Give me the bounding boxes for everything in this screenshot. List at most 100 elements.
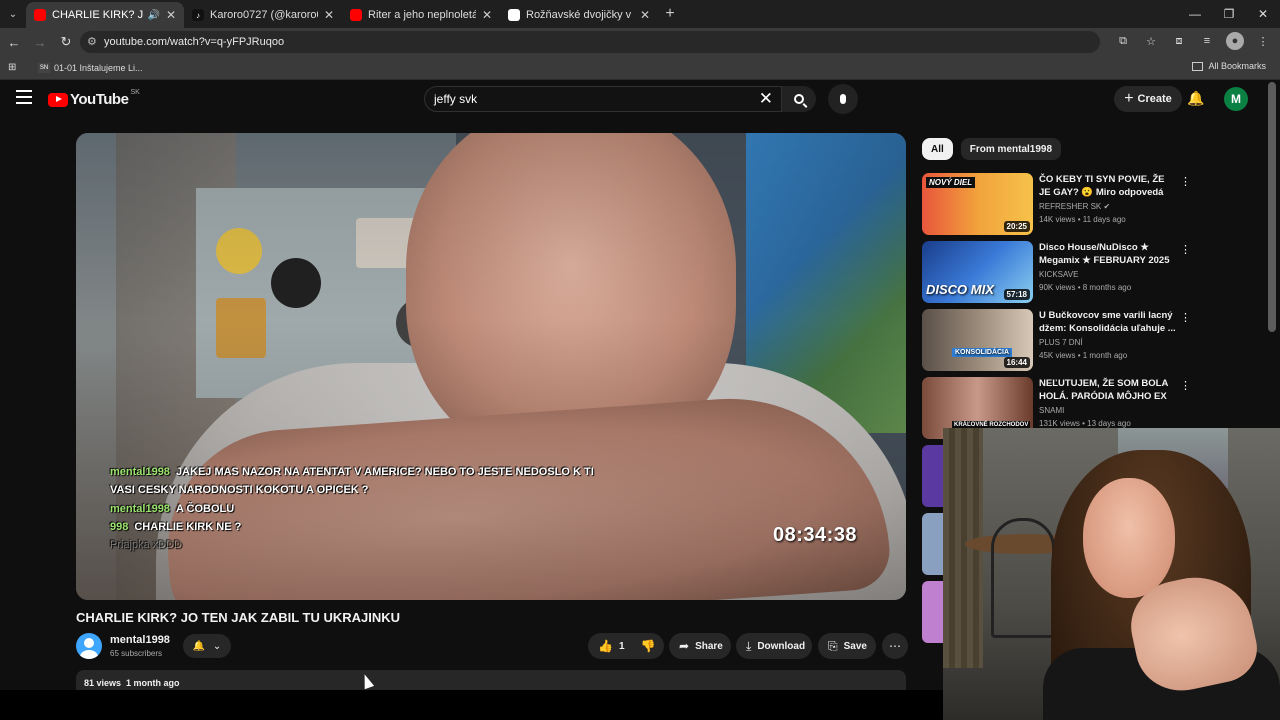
video-thumbnail[interactable]: KONSOLIDÁCIA 16:44	[922, 309, 1033, 371]
channel-name[interactable]: mental1998	[110, 634, 170, 646]
video-thumbnail[interactable]: DISCO MIX 57:18	[922, 241, 1033, 303]
recommendation-item[interactable]: NOVÝ DIEL 20:25 ČO KEBY TI SYN POVIE, ŽE…	[922, 173, 1191, 235]
kebab-menu-icon[interactable]: ⋮	[1180, 379, 1191, 392]
tab-search-chevron-icon[interactable]: ⌄	[0, 0, 26, 28]
recommendation-title[interactable]: U Bučkovcov sme varili lacný džem: Konso…	[1039, 309, 1177, 335]
subscribed-button[interactable]: 🔔 ⌄	[183, 634, 231, 658]
views-label: 14K views	[1039, 215, 1076, 224]
clear-search-icon[interactable]: ✕	[759, 89, 773, 109]
bookmark-label: 01-01 Inštalujeme Li...	[54, 62, 143, 73]
share-label: Share	[695, 640, 723, 652]
create-label: Create	[1137, 93, 1172, 105]
browser-tab-bar: ⌄ CHARLIE KIRK? JO TEN JAK 🔊 ✕ ♪ Karoro0…	[0, 0, 1280, 28]
kebab-menu-icon[interactable]: ⋮	[1180, 311, 1191, 324]
kebab-menu-icon[interactable]: ⋮	[1180, 243, 1191, 256]
save-button[interactable]: ⎘ Save	[818, 633, 876, 659]
video-thumbnail-partial[interactable]	[922, 581, 943, 643]
share-button[interactable]: ➦ Share	[669, 633, 731, 659]
bookmark-favicon-icon: SN	[38, 62, 50, 73]
tab-tiktok[interactable]: ♪ Karoro0727 (@karoro0727) | TikTok ✕	[184, 2, 342, 28]
thumbnail-text: DISCO MIX	[926, 282, 994, 297]
save-label: Save	[843, 640, 867, 652]
media-controls-icon[interactable]: ≡	[1198, 32, 1216, 50]
chat-line: 998 CHARLIE KIRK NE ?	[110, 518, 594, 536]
chip-all[interactable]: All	[922, 138, 953, 160]
recommendation-title[interactable]: NEĽUTUJEM, ŽE SOM BOLA HOLÁ. PARÓDIA MÔJ…	[1039, 377, 1177, 403]
close-tab-icon[interactable]: ✕	[324, 8, 334, 22]
more-actions-icon[interactable]: ⋯	[882, 633, 908, 659]
chip-from-channel[interactable]: From mental1998	[960, 138, 1062, 160]
speaker-icon[interactable]: 🔊	[147, 10, 159, 21]
youtube-favicon-icon	[34, 9, 46, 21]
notifications-bell-icon[interactable]: 🔔	[1187, 89, 1204, 107]
voice-search-button[interactable]	[828, 84, 858, 114]
video-thumbnail[interactable]: NOVÝ DIEL 20:25	[922, 173, 1033, 235]
video-title: CHARLIE KIRK? JO TEN JAK ZABIL TU UKRAJI…	[76, 610, 401, 625]
views-label: 131K views	[1039, 419, 1080, 428]
recommendation-title[interactable]: ČO KEBY TI SYN POVIE, ŽE JE GAY? 😮 Miro …	[1039, 173, 1177, 199]
create-button[interactable]: + Create	[1114, 86, 1182, 112]
chat-line: mental1998 A ČOBOLU	[110, 500, 594, 518]
close-tab-icon[interactable]: ✕	[640, 8, 650, 22]
subscriber-count: 65 subscribers	[110, 649, 163, 658]
recommendation-title[interactable]: Disco House/NuDisco ★ Megamix ★ FEBRUARY…	[1039, 241, 1177, 267]
tab-youtube-video[interactable]: CHARLIE KIRK? JO TEN JAK 🔊 ✕	[26, 2, 184, 28]
youtube-logo[interactable]: YouTube SK	[48, 89, 140, 108]
video-player[interactable]: mental1998 JAKEJ MAS NAZOR NA ATENTAT V A…	[76, 133, 906, 600]
page-scrollbar[interactable]	[1268, 82, 1276, 332]
all-bookmarks-button[interactable]: All Bookmarks	[1192, 61, 1266, 71]
thumbnail-text: KONSOLIDÁCIA	[952, 348, 1013, 357]
kebab-menu-icon[interactable]: ⋮	[1180, 175, 1191, 188]
account-avatar[interactable]: M	[1224, 87, 1248, 111]
install-app-icon[interactable]: ⧉	[1114, 32, 1132, 50]
chat-message: CHARLIE KIRK NE ?	[134, 520, 242, 533]
close-tab-icon[interactable]: ✕	[482, 8, 492, 22]
verified-icon: ✔	[1103, 202, 1111, 211]
thumbs-down-icon[interactable]: 👎	[641, 639, 656, 653]
forward-icon[interactable]: →	[28, 35, 52, 50]
recommendation-channel: SNAMI	[1039, 406, 1065, 415]
search-input[interactable]: jeffy svk ✕	[424, 86, 782, 112]
video-thumbnail-partial[interactable]	[922, 513, 943, 575]
address-bar[interactable]: ⚙ youtube.com/watch?v=q-yFPJRuqoo	[80, 31, 1100, 53]
site-info-icon[interactable]: ⚙	[87, 35, 97, 48]
restore-icon[interactable]: ❐	[1212, 0, 1246, 28]
minimize-icon[interactable]: —	[1178, 0, 1212, 28]
search-button[interactable]	[782, 86, 816, 112]
upload-age: 1 month ago	[126, 678, 180, 688]
search-icon	[794, 94, 804, 104]
extensions-icon[interactable]: ⧈	[1170, 32, 1188, 50]
menu-hamburger-icon[interactable]	[16, 90, 32, 104]
folder-icon	[1192, 61, 1204, 71]
bookmark-star-icon[interactable]: ☆	[1142, 32, 1160, 50]
download-label: Download	[757, 640, 806, 652]
video-thumbnail-partial[interactable]	[922, 445, 943, 507]
bell-icon: 🔔	[192, 640, 206, 652]
bookmark-item[interactable]: SN 01-01 Inštalujeme Li...	[38, 62, 143, 73]
tab-news[interactable]: Rožňavské dvojičky v Košiciach ✕	[500, 2, 658, 28]
tab-label: Karoro0727 (@karoro0727) | TikTok	[210, 9, 318, 21]
browser-toolbar-icons: ⧉ ☆ ⧈ ≡ ● ⋮	[1114, 32, 1272, 50]
tab-youtube-riter[interactable]: Riter a jeho neplnoletá priateľka ✕	[342, 2, 500, 28]
like-dislike-button[interactable]: 👍 1 👎	[588, 633, 664, 659]
reload-icon[interactable]: ↻	[54, 34, 78, 50]
recommendation-item[interactable]: KONSOLIDÁCIA 16:44 U Bučkovcov sme varil…	[922, 309, 1191, 371]
download-button[interactable]: ⤓ Download	[736, 633, 812, 659]
recommendation-item[interactable]: DISCO MIX 57:18 Disco House/NuDisco ★ Me…	[922, 241, 1191, 303]
recommendation-meta: 90K views • 8 months ago	[1039, 283, 1132, 292]
browser-menu-icon[interactable]: ⋮	[1254, 32, 1272, 50]
microphone-icon	[840, 94, 846, 104]
download-icon: ⤓	[746, 638, 752, 653]
profile-avatar-icon[interactable]: ●	[1226, 32, 1244, 50]
tab-label: Riter a jeho neplnoletá priateľka	[368, 9, 476, 21]
thumbs-up-icon[interactable]: 👍	[598, 639, 613, 653]
apps-grid-icon[interactable]: ⊞	[8, 62, 20, 74]
new-tab-button[interactable]: +	[658, 5, 682, 23]
channel-avatar[interactable]	[76, 633, 102, 659]
age-label: 11 days ago	[1082, 215, 1126, 224]
close-window-icon[interactable]: ✕	[1246, 0, 1280, 28]
bookmark-icon: ⎘	[828, 638, 838, 653]
back-icon[interactable]: ←	[2, 35, 26, 50]
chat-message: Priajpka xDDD	[110, 539, 183, 552]
close-tab-icon[interactable]: ✕	[166, 8, 176, 22]
